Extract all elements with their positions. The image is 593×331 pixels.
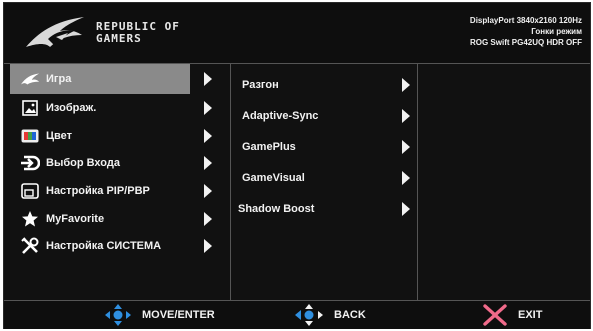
- rog-eye-icon: [20, 70, 40, 88]
- color-bars-icon: [20, 127, 40, 145]
- menu-item-label: Цвет: [46, 129, 73, 142]
- exit-x-icon: [483, 304, 507, 326]
- back-label: BACK: [334, 309, 366, 321]
- back-hint: BACK: [294, 304, 366, 326]
- menu-item-label: Настройка PIP/PBP: [46, 184, 150, 197]
- submenu-item-gameplus[interactable]: GamePlus: [236, 131, 416, 162]
- move-enter-label: MOVE/ENTER: [142, 309, 215, 321]
- menu-item-label: Настройка СИСТЕМА: [46, 240, 162, 253]
- chevron-right-icon: [204, 128, 212, 143]
- status-mode: Гонки режим: [531, 27, 582, 36]
- joystick-back-icon: [295, 304, 323, 326]
- rog-eye-logo-icon: [26, 17, 84, 47]
- column-divider: [417, 63, 418, 300]
- submenu-item-overclock[interactable]: Разгон: [236, 69, 416, 100]
- menu-item-system[interactable]: Настройка СИСТЕМА: [4, 232, 230, 260]
- chevron-right-icon: [402, 139, 410, 154]
- submenu-item-adaptive-sync[interactable]: Adaptive-Sync: [236, 100, 416, 131]
- main-menu: Игра Изображ. Цвет Выбор Входа Настройка…: [4, 64, 230, 260]
- chevron-right-icon: [204, 100, 212, 115]
- submenu-item-label: GameVisual: [242, 171, 305, 184]
- submenu-item-shadow-boost[interactable]: Shadow Boost: [236, 193, 416, 224]
- osd-footer: MOVE/ENTER BACK EXIT: [4, 300, 590, 329]
- chevron-right-icon: [402, 201, 410, 216]
- submenu-item-label: Разгон: [242, 78, 279, 91]
- menu-item-label: Игра: [46, 73, 72, 85]
- image-icon: [20, 99, 40, 117]
- menu-item-image[interactable]: Изображ.: [4, 94, 230, 122]
- submenu-item-gamevisual[interactable]: GameVisual: [236, 162, 416, 193]
- input-icon: [20, 154, 40, 172]
- chevron-right-icon: [204, 211, 212, 226]
- menu-item-label: MyFavorite: [46, 212, 105, 225]
- menu-item-label: Выбор Входа: [46, 157, 120, 170]
- star-icon: [20, 210, 40, 228]
- chevron-right-icon: [204, 183, 212, 198]
- move-enter-hint: MOVE/ENTER: [104, 304, 215, 326]
- exit-hint: EXIT: [482, 304, 543, 326]
- tools-icon: [20, 237, 40, 255]
- submenu-item-label: Shadow Boost: [238, 202, 315, 215]
- game-submenu: Разгон Adaptive-Sync GamePlus GameVisual…: [236, 69, 416, 224]
- display-status: DisplayPort 3840x2160 120Hz Гонки режим …: [470, 15, 582, 48]
- joystick-move-icon: [105, 304, 131, 326]
- menu-item-label: Изображ.: [46, 101, 97, 114]
- chevron-right-icon: [204, 156, 212, 171]
- pip-icon: [20, 182, 40, 200]
- osd-panel: REPUBLIC OF GAMERS DisplayPort 3840x2160…: [3, 2, 591, 329]
- menu-item-pip[interactable]: Настройка PIP/PBP: [4, 177, 230, 205]
- menu-item-game[interactable]: Игра: [10, 64, 212, 94]
- menu-item-favorite[interactable]: MyFavorite: [4, 205, 230, 233]
- osd-header: REPUBLIC OF GAMERS DisplayPort 3840x2160…: [4, 3, 590, 64]
- status-signal: DisplayPort 3840x2160 120Hz: [469, 16, 582, 25]
- menu-item-color[interactable]: Цвет: [4, 122, 230, 150]
- chevron-right-icon: [402, 77, 410, 92]
- chevron-right-icon: [402, 170, 410, 185]
- chevron-right-icon: [204, 72, 212, 86]
- submenu-item-label: Adaptive-Sync: [242, 109, 319, 122]
- brand-text: REPUBLIC OF GAMERS: [96, 21, 180, 45]
- exit-label: EXIT: [518, 309, 543, 321]
- menu-item-input[interactable]: Выбор Входа: [4, 149, 230, 177]
- submenu-item-label: GamePlus: [242, 140, 296, 153]
- chevron-right-icon: [204, 239, 212, 254]
- rog-logo: REPUBLIC OF GAMERS: [24, 13, 184, 57]
- status-model: ROG Swift PG42UQ HDR OFF: [469, 38, 582, 47]
- column-divider: [230, 63, 231, 300]
- brand-line-2: GAMERS: [96, 32, 142, 45]
- chevron-right-icon: [402, 108, 410, 123]
